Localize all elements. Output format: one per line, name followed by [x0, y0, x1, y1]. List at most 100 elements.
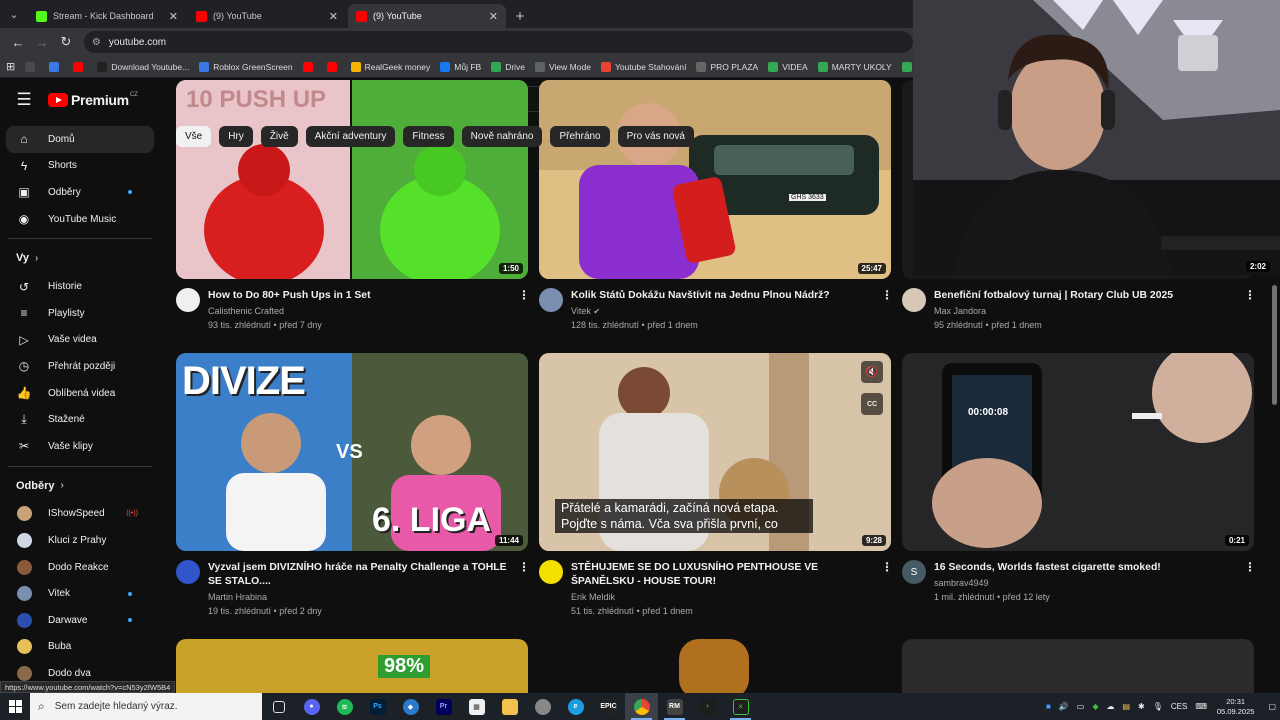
bookmark-item[interactable]: View Mode [535, 61, 591, 72]
channel-name[interactable]: Martin Hrabina [208, 592, 267, 602]
more-options-icon[interactable]: ⋮ [881, 288, 893, 302]
clock[interactable]: 20:31 05.09.2025 [1217, 697, 1255, 717]
bookmark-item[interactable]: PRO PLAZA [696, 61, 758, 72]
youtube-logo[interactable]: Premium CZ [48, 92, 138, 108]
epic-games-icon[interactable]: EPIC [592, 693, 625, 720]
bookmark-item[interactable]: Download Youtube... [97, 61, 189, 72]
video-thumbnail[interactable]: 00:00:08 0:21 [902, 353, 1254, 551]
video-title[interactable]: Kolik Států Dokážu Navštívit na Jednu Pl… [571, 289, 871, 303]
channel-avatar[interactable]: S [902, 560, 926, 584]
tray-app-icon[interactable]: ☁ [1106, 702, 1114, 711]
sidebar-item[interactable]: Darwave [0, 607, 160, 634]
chrome-icon[interactable] [625, 693, 658, 720]
bookmark-item[interactable]: Drive [491, 61, 525, 72]
sidebar-item[interactable]: IShowSpeed ((•)) [0, 501, 160, 528]
address-bar[interactable]: ⚙ youtube.com [83, 31, 913, 53]
edge-icon[interactable]: e [559, 693, 592, 720]
video-preview[interactable]: 🔇 CC Přátelé a kamarádi, začíná nová eta… [539, 353, 891, 551]
notifications-icon[interactable]: ▢ [1268, 702, 1276, 711]
start-button[interactable] [0, 693, 30, 720]
page-scrollbar[interactable] [1268, 275, 1280, 693]
tab-search-button[interactable]: ⌄ [0, 0, 28, 28]
sidebar-item[interactable]: ⤓ Stažené [0, 406, 160, 433]
more-options-icon[interactable]: ⋮ [1244, 560, 1256, 574]
menu-icon[interactable]: ☰ [0, 78, 48, 122]
bookmark-item[interactable]: Můj FB [440, 61, 481, 72]
more-options-icon[interactable]: ⋮ [518, 288, 530, 302]
network-icon[interactable]: ▭ [1077, 702, 1085, 711]
resource-monitor-icon[interactable]: RM [658, 693, 691, 720]
sidebar-item[interactable]: 👍 Oblíbená videa [0, 380, 160, 407]
sidebar-item[interactable]: ≡ Playlisty [0, 300, 160, 327]
terminal-icon[interactable]: › [691, 693, 724, 720]
sidebar-section-heading[interactable]: Odběry › [0, 471, 160, 501]
filter-chip[interactable]: Živě [260, 126, 298, 147]
premiere-icon[interactable]: Pr [427, 693, 460, 720]
apps-icon[interactable]: ⊞ [6, 60, 15, 73]
channel-avatar[interactable] [539, 288, 563, 312]
back-button[interactable]: ← [6, 30, 30, 54]
bookmark-item[interactable] [302, 61, 317, 72]
video-title[interactable]: Benefiční fotbalový turnaj | Rotary Club… [934, 289, 1234, 303]
bookmark-item[interactable]: Dodo vid [901, 61, 913, 72]
video-thumbnail[interactable]: GHS 3633 25:47 [539, 80, 891, 279]
channel-avatar[interactable] [176, 288, 200, 312]
forward-button[interactable]: → [30, 30, 54, 54]
tray-app-icon[interactable]: ◆ [1092, 702, 1098, 711]
filter-chip[interactable]: Hry [219, 126, 253, 147]
microphone-icon[interactable]: 🎙 [1153, 702, 1163, 711]
captions-icon[interactable]: CC [861, 393, 883, 415]
bookmark-item[interactable] [73, 61, 87, 72]
bookmark-item[interactable]: Roblox GreenScreen [199, 61, 293, 72]
filter-chip[interactable]: Pro vás nová [617, 126, 694, 147]
more-options-icon[interactable]: ⋮ [1244, 288, 1256, 302]
language-indicator[interactable]: CES [1171, 702, 1187, 711]
task-view-icon[interactable] [262, 693, 295, 720]
close-icon[interactable]: ✕ [169, 10, 178, 23]
bookmark-item[interactable] [25, 61, 39, 72]
sidebar-item[interactable]: Dodo Reakce [0, 554, 160, 581]
sidebar-section-heading[interactable]: Vy › [0, 243, 160, 273]
bookmark-item[interactable] [326, 61, 341, 72]
channel-name[interactable]: Erik Meldik [571, 592, 615, 602]
scrollbar-thumb[interactable] [1272, 285, 1277, 405]
bluetooth-icon[interactable]: ✱ [1138, 702, 1145, 711]
reload-button[interactable]: ↻ [54, 30, 78, 54]
store-icon[interactable]: ▦ [460, 693, 493, 720]
filter-chip[interactable]: Přehráno [550, 126, 610, 147]
channel-name[interactable]: Vitek ✔ [571, 306, 600, 316]
browser-tab-kick[interactable]: Stream - Kick Dashboard ✕ [28, 4, 186, 28]
video-thumbnail[interactable]: DIVIZE VS 6. LIGA 11:44 [176, 353, 528, 551]
sidebar-item[interactable]: ◷ Přehrát později [0, 353, 160, 380]
close-icon[interactable]: ✕ [489, 10, 498, 23]
channel-name[interactable]: sambrav4949 [934, 578, 989, 588]
maps-app-icon[interactable]: ◆ [394, 693, 427, 720]
sidebar-item[interactable]: Kluci z Prahy [0, 527, 160, 554]
bookmark-item[interactable]: MARTY UKOLY [817, 61, 892, 72]
close-icon[interactable]: ✕ [329, 10, 338, 23]
sidebar-item[interactable]: ◉ YouTube Music [0, 206, 160, 233]
photoshop-icon[interactable]: Ps [361, 693, 394, 720]
tray-app-icon[interactable]: ▤ [1122, 702, 1130, 711]
filter-chip[interactable]: Akční adventury [305, 126, 396, 147]
sidebar-item[interactable]: ⌂ Domů [6, 126, 154, 153]
filter-chip[interactable]: Vše [176, 126, 212, 147]
spotify-icon[interactable]: ≋ [328, 693, 361, 720]
channel-avatar[interactable] [539, 560, 563, 584]
taskbar-search[interactable]: ⌕ Sem zadejte hledaný výraz. [30, 693, 262, 720]
video-title[interactable]: Vyzval jsem DIVIZNÍHO hráče na Penalty C… [208, 561, 508, 589]
sidebar-item[interactable]: Buba [0, 634, 160, 661]
browser-tab-youtube[interactable]: (9) YouTube ✕ [188, 4, 346, 28]
input-method-icon[interactable]: ⌨ [1195, 702, 1207, 711]
excel-like-icon[interactable]: ✕ [724, 693, 757, 720]
tray-app-icon[interactable]: ■ [1046, 702, 1051, 711]
more-options-icon[interactable]: ⋮ [518, 560, 530, 574]
mute-icon[interactable]: 🔇 [861, 361, 883, 383]
channel-name[interactable]: Max Jandora [934, 306, 986, 316]
sidebar-item[interactable]: ϟ Shorts [0, 153, 160, 180]
filter-chip[interactable]: Nově nahráno [461, 126, 543, 147]
discord-icon[interactable]: ● [295, 693, 328, 720]
site-info-icon[interactable]: ⚙ [92, 37, 101, 48]
sidebar-item[interactable]: ↺ Historie [0, 273, 160, 300]
video-title[interactable]: STĚHUJEME SE DO LUXUSNÍHO PENTHOUSE VE Š… [571, 561, 871, 589]
